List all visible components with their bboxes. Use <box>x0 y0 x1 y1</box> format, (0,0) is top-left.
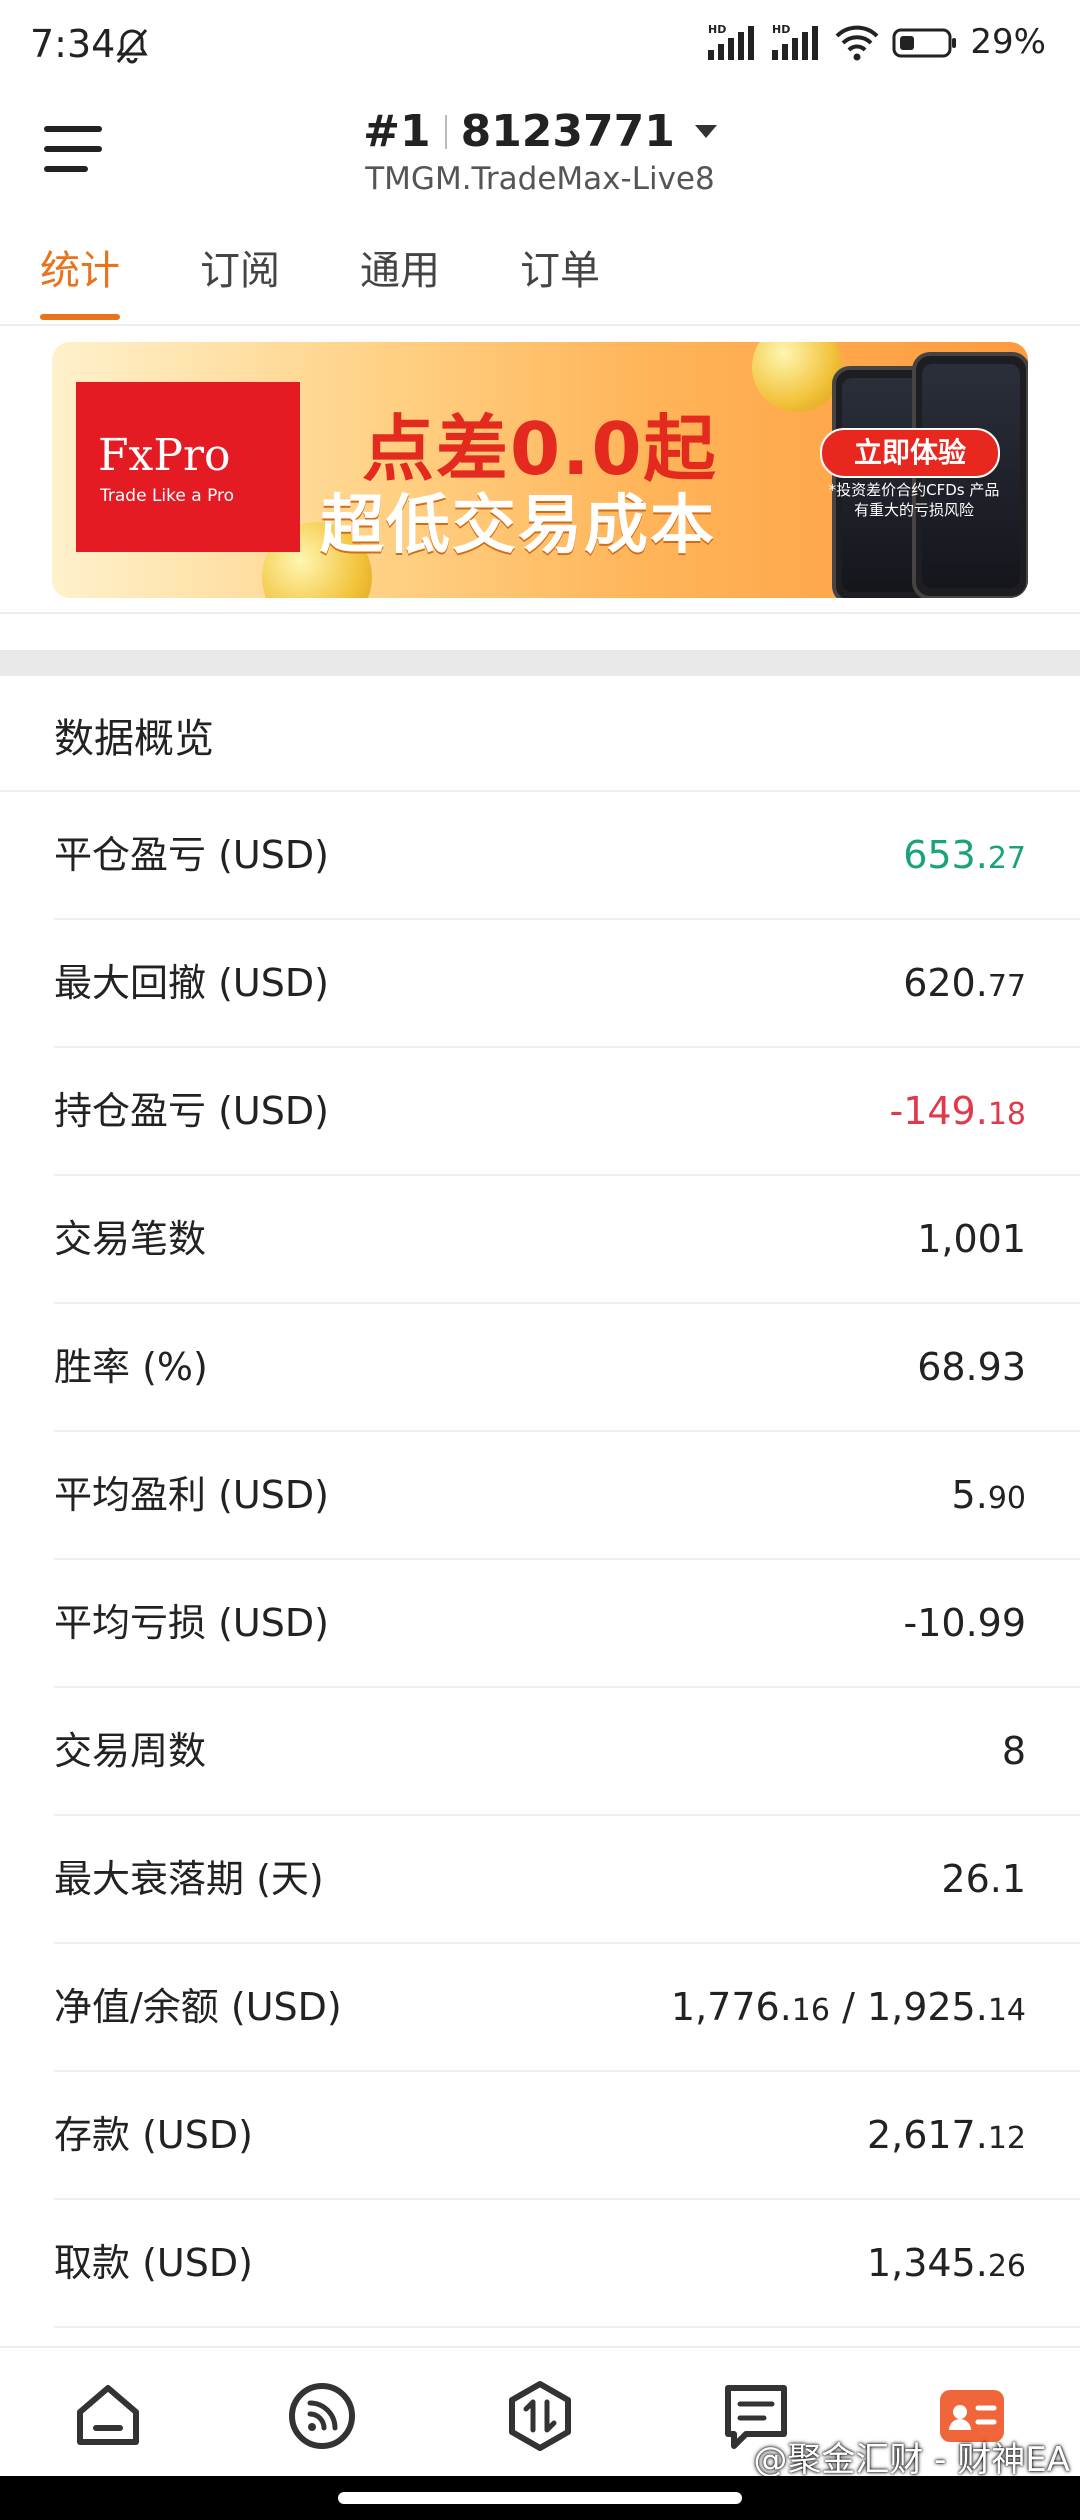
signal-feed-icon[interactable] <box>282 2376 362 2456</box>
account-number: 8123771 <box>460 106 675 157</box>
stat-row-avg-profit: 平均盈利 (USD) 5.90 <box>0 1432 1080 1560</box>
section-divider <box>0 650 1080 676</box>
status-indicators: HD HD 29% <box>706 22 1046 62</box>
account-title[interactable]: #1 8123771 <box>363 106 717 157</box>
stat-value: 1,001 <box>917 1217 1026 1261</box>
tab-bar: 统计 订阅 通用 订单 <box>0 238 1080 326</box>
app-header: #1 8123771 TMGM.TradeMax-Live8 <box>0 100 1080 220</box>
wifi-icon <box>835 25 879 61</box>
battery-icon <box>892 28 957 58</box>
stat-value: -149.18 <box>889 1089 1026 1133</box>
tab-active-indicator <box>40 314 120 320</box>
stat-row-max-drawdown: 最大回撤 (USD) 620.77 <box>0 920 1080 1048</box>
account-switcher[interactable]: #1 8123771 TMGM.TradeMax-Live8 <box>0 106 1080 197</box>
bell-off-icon <box>116 29 148 64</box>
status-time: 7:34 <box>30 22 116 66</box>
status-bar: 7:34 HD HD 29% <box>0 0 1080 100</box>
stat-label: 持仓盈亏 (USD) <box>54 1089 329 1133</box>
promo-banner[interactable]: FxPro Trade Like a Pro 点差0.0起 超低交易成本 立即体… <box>52 342 1028 598</box>
stat-label: 交易笔数 <box>54 1217 207 1261</box>
stat-row-closed-pnl: 平仓盈亏 (USD) 653.27 <box>0 792 1080 920</box>
stat-row-trade-weeks: 交易周数 8 <box>0 1688 1080 1816</box>
stat-row-max-decline-period: 最大衰落期 (天) 26.1 <box>0 1816 1080 1944</box>
trade-icon[interactable] <box>500 2376 580 2456</box>
stat-row-deposits: 存款 (USD) 2,617.12 <box>0 2072 1080 2200</box>
stat-label: 最大回撤 (USD) <box>54 961 329 1005</box>
stat-value: 1,776.16 / 1,925.14 <box>670 1985 1026 2029</box>
tab-statistics[interactable]: 统计 <box>40 238 120 324</box>
watermark: @聚金汇财 - 财神EA <box>753 2440 1070 2480</box>
stat-label: 取款 (USD) <box>54 2241 253 2285</box>
tab-general[interactable]: 通用 <box>360 238 440 324</box>
stat-value: -10.99 <box>903 1601 1027 1645</box>
stat-value: 5.90 <box>951 1473 1026 1517</box>
svg-text:HD: HD <box>772 23 790 36</box>
account-prefix: #1 <box>363 106 431 157</box>
tab-subscriptions[interactable]: 订阅 <box>200 238 280 324</box>
banner-cta-button[interactable]: 立即体验 <box>820 428 1000 478</box>
divider <box>0 612 1080 614</box>
fxpro-logo: FxPro Trade Like a Pro <box>76 382 300 552</box>
stat-row-win-rate: 胜率 (%) 68.93 <box>0 1304 1080 1432</box>
chevron-down-icon[interactable] <box>694 125 717 138</box>
stat-label: 存款 (USD) <box>54 2113 253 2157</box>
signal-icon: HD <box>708 23 755 60</box>
coin-decoration <box>752 342 842 412</box>
stat-value: 8 <box>1001 1729 1026 1773</box>
stat-label: 交易周数 <box>54 1729 207 1773</box>
stat-label: 平仓盈亏 (USD) <box>54 833 329 877</box>
stat-row-equity-balance: 净值/余额 (USD) 1,776.16 / 1,925.14 <box>0 1944 1080 2072</box>
signal-icon: HD <box>772 23 819 60</box>
section-title: 数据概览 <box>54 716 214 762</box>
home-icon[interactable] <box>68 2376 148 2456</box>
stat-label: 净值/余额 (USD) <box>54 1985 342 2029</box>
stats-list: 平仓盈亏 (USD) 653.27 最大回撤 (USD) 620.77 持仓盈亏… <box>0 792 1080 2328</box>
battery-percent: 29% <box>970 22 1046 62</box>
account-separator <box>444 114 447 149</box>
stat-value: 653.27 <box>903 833 1026 877</box>
home-indicator[interactable] <box>338 2492 742 2504</box>
banner-subheadline: 超低交易成本 <box>320 489 716 563</box>
account-server: TMGM.TradeMax-Live8 <box>365 161 715 197</box>
banner-disclaimer: *投资差价合约CFDs 产品有重大的亏损风险 <box>828 481 1000 519</box>
svg-text:HD: HD <box>708 23 726 36</box>
stat-row-floating-pnl: 持仓盈亏 (USD) -149.18 <box>0 1048 1080 1176</box>
stat-label: 平均盈利 (USD) <box>54 1473 329 1517</box>
tab-orders[interactable]: 订单 <box>520 238 600 324</box>
stat-label: 平均亏损 (USD) <box>54 1601 329 1645</box>
stat-row-withdrawals: 取款 (USD) 1,345.26 <box>0 2200 1080 2328</box>
stat-row-trade-count: 交易笔数 1,001 <box>0 1176 1080 1304</box>
stat-value: 1,345.26 <box>866 2241 1026 2285</box>
stat-value: 68.93 <box>917 1345 1026 1389</box>
stat-row-avg-loss: 平均亏损 (USD) -10.99 <box>0 1560 1080 1688</box>
stat-value: 26.1 <box>941 1857 1026 1901</box>
stat-value: 620.77 <box>903 961 1026 1005</box>
stat-label: 最大衰落期 (天) <box>54 1857 324 1901</box>
stat-label: 胜率 (%) <box>54 1345 208 1389</box>
stat-value: 2,617.12 <box>866 2113 1026 2157</box>
